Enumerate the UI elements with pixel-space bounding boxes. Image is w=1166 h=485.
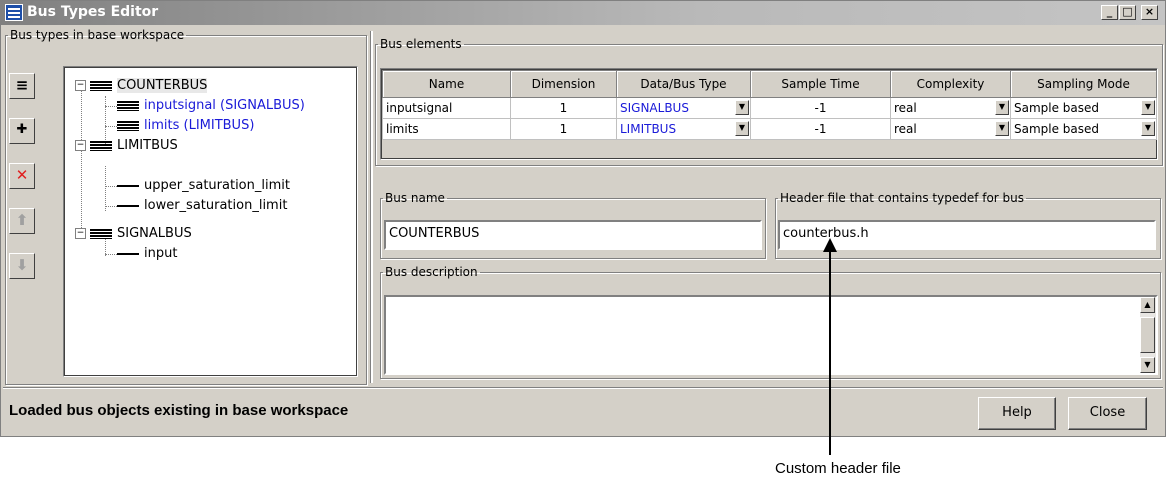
tree-node-upper-saturation-limit[interactable]: upper_saturation_limit	[117, 176, 290, 196]
cell-sampling-mode[interactable]: Sample based ▼	[1010, 118, 1157, 140]
bus-name-legend: Bus name	[385, 191, 445, 205]
bus-description-legend: Bus description	[385, 265, 478, 279]
dropdown-arrow-icon[interactable]: ▼	[995, 121, 1009, 136]
tree-node-counterbus[interactable]: − COUNTERBUS	[75, 76, 208, 96]
move-down-icon[interactable]: ⬇	[9, 253, 35, 279]
signal-icon	[117, 204, 139, 207]
signal-icon	[117, 252, 139, 255]
column-header-name[interactable]: Name	[382, 70, 511, 98]
tree-node-signalbus[interactable]: − SIGNALBUS	[75, 224, 192, 244]
cell-sample-time[interactable]: -1	[750, 97, 891, 119]
bus-elements-table: Name Dimension Data/Bus Type Sample Time…	[382, 70, 1157, 140]
insert-element-icon[interactable]: ✚	[9, 118, 35, 144]
table-row[interactable]: inputsignal 1 SIGNALBUS ▼ -1 real ▼ Sample…	[382, 97, 1157, 119]
column-header-sample-time[interactable]: Sample Time	[750, 70, 891, 98]
bus-icon	[117, 100, 139, 111]
help-button[interactable]: Help	[978, 397, 1056, 430]
panel-splitter[interactable]	[370, 31, 373, 383]
cell-name[interactable]: inputsignal	[382, 97, 511, 119]
bus-icon	[90, 80, 112, 91]
tree-node-limitbus[interactable]: − LIMITBUS	[75, 136, 178, 156]
callout-label: Custom header file	[775, 460, 901, 477]
app-icon	[5, 4, 23, 21]
dropdown-arrow-icon[interactable]: ▼	[1141, 100, 1155, 115]
collapse-icon[interactable]: −	[75, 140, 86, 151]
callout-arrow	[829, 243, 831, 455]
header-file-legend: Header file that contains typedef for bu…	[780, 191, 1025, 205]
dropdown-arrow-icon[interactable]: ▼	[735, 100, 749, 115]
cell-complexity[interactable]: real ▼	[890, 97, 1011, 119]
cell-complexity[interactable]: real ▼	[890, 118, 1011, 140]
column-header-dimension[interactable]: Dimension	[510, 70, 617, 98]
close-icon[interactable]: ×	[1141, 5, 1158, 20]
delete-icon[interactable]: ✕	[9, 163, 35, 189]
bus-icon	[117, 120, 139, 131]
table-header-row: Name Dimension Data/Bus Type Sample Time…	[382, 70, 1157, 98]
bus-icon	[90, 140, 112, 151]
bus-tree[interactable]: − COUNTERBUS inputsignal (SIGNALBUS) limi…	[63, 66, 358, 377]
cell-dimension[interactable]: 1	[510, 97, 617, 119]
tree-node-input[interactable]: input	[117, 244, 177, 264]
minimize-icon[interactable]: _	[1101, 5, 1118, 20]
tree-node-limits[interactable]: limits (LIMITBUS)	[117, 116, 254, 136]
cell-dimension[interactable]: 1	[510, 118, 617, 140]
bus-description-textarea[interactable]	[384, 295, 1158, 375]
bus-icon	[90, 228, 112, 239]
new-bus-icon[interactable]: ≡	[9, 73, 35, 99]
cell-sampling-mode[interactable]: Sample based ▼	[1010, 97, 1157, 119]
collapse-icon[interactable]: −	[75, 80, 86, 91]
bottom-separator	[3, 387, 1163, 389]
move-up-icon[interactable]: ⬆	[9, 208, 35, 234]
dropdown-arrow-icon[interactable]: ▼	[735, 121, 749, 136]
cell-name[interactable]: limits	[382, 118, 511, 140]
bus-elements-legend: Bus elements	[380, 37, 462, 51]
bus-types-legend: Bus types in base workspace	[10, 28, 185, 42]
column-header-complexity[interactable]: Complexity	[890, 70, 1011, 98]
bus-types-editor-window: Bus Types Editor _ □ × Bus types in base…	[0, 0, 1166, 437]
scroll-down-icon[interactable]: ▼	[1140, 357, 1155, 373]
tree-node-inputsignal[interactable]: inputsignal (SIGNALBUS)	[117, 96, 305, 116]
dropdown-arrow-icon[interactable]: ▼	[1141, 121, 1155, 136]
dropdown-arrow-icon[interactable]: ▼	[995, 100, 1009, 115]
scroll-up-icon[interactable]: ▲	[1140, 297, 1155, 313]
window-title: Bus Types Editor	[27, 4, 159, 20]
bus-name-input[interactable]: COUNTERBUS	[384, 220, 762, 250]
collapse-icon[interactable]: −	[75, 228, 86, 239]
cell-type[interactable]: LIMITBUS ▼	[616, 118, 751, 140]
table-row[interactable]: limits 1 LIMITBUS ▼ -1 real ▼ Sample based…	[382, 118, 1157, 140]
column-header-sampling-mode[interactable]: Sampling Mode	[1010, 70, 1157, 98]
close-button[interactable]: Close	[1068, 397, 1147, 430]
maximize-icon[interactable]: □	[1119, 5, 1136, 20]
column-header-type[interactable]: Data/Bus Type	[616, 70, 751, 98]
cell-type[interactable]: SIGNALBUS ▼	[616, 97, 751, 119]
scroll-thumb[interactable]	[1140, 317, 1155, 353]
tree-node-lower-saturation-limit[interactable]: lower_saturation_limit	[117, 196, 287, 216]
signal-icon	[117, 184, 139, 187]
status-text: Loaded bus objects existing in base work…	[9, 402, 349, 419]
cell-sample-time[interactable]: -1	[750, 118, 891, 140]
title-bar[interactable]: Bus Types Editor _ □ ×	[1, 1, 1165, 25]
